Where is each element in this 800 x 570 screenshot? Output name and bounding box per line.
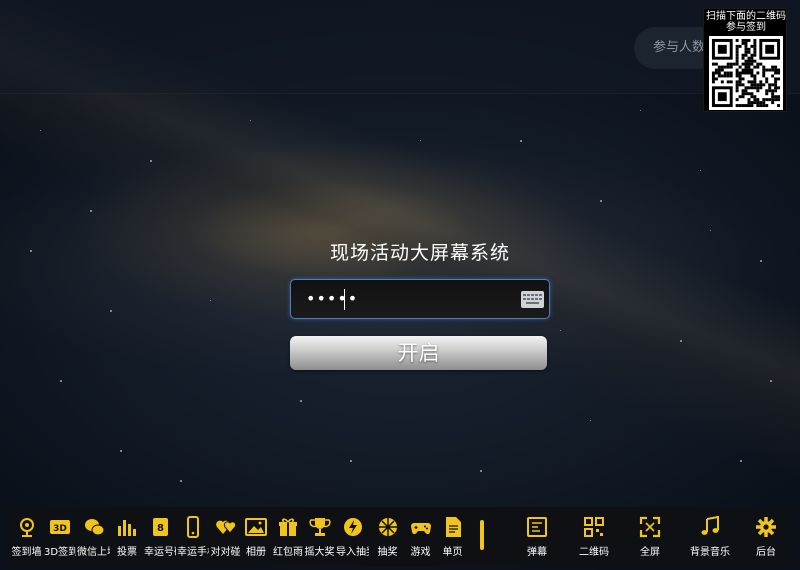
gamepad-icon [410, 523, 431, 535]
toolbar-item-6[interactable]: 对对碰 [210, 507, 241, 567]
password-value: ••••• [306, 289, 359, 308]
text-caret [344, 289, 345, 310]
star [770, 380, 772, 382]
star [740, 460, 742, 462]
svg-text:3D: 3D [53, 524, 67, 534]
map-pin-icon [19, 518, 34, 537]
3d-icon: 3D [50, 520, 70, 534]
star [120, 450, 122, 452]
toolbar-item-10[interactable]: 导入抽奖 [336, 507, 369, 567]
import-icon [343, 518, 362, 536]
toolbar-item-label: 单页 [442, 547, 463, 558]
star [590, 420, 591, 421]
music-icon [701, 516, 719, 535]
toolbar-item-label: 对对碰 [210, 547, 241, 558]
toolbar-item-9[interactable]: 摇大奖 [304, 507, 335, 567]
star [40, 130, 41, 131]
toolbar-item-15[interactable]: 二维码 [569, 507, 619, 567]
star [180, 480, 182, 482]
star [150, 160, 152, 162]
star [300, 400, 302, 402]
trophy-icon [308, 518, 331, 536]
toolbar-item-3[interactable]: 投票 [111, 507, 143, 567]
star [600, 200, 602, 202]
toolbar-item-7[interactable]: 相册 [241, 507, 271, 567]
danmaku-icon [527, 517, 547, 537]
toolbar-item-label: 幸运手机 [177, 547, 209, 558]
star [700, 170, 701, 171]
toolbar-item-17[interactable]: 背景音乐 [681, 507, 739, 567]
toolbar-item-label: 二维码 [579, 547, 609, 558]
gear-icon [756, 517, 776, 537]
toolbar-item-5[interactable]: 幸运手机 [177, 507, 209, 567]
photo-icon [245, 518, 267, 536]
toolbar-item-11[interactable]: 抽奖 [371, 507, 404, 567]
svg-text:8: 8 [157, 523, 164, 534]
qrcode-icon [584, 517, 604, 537]
toolbar-item-0[interactable]: 签到墙 [10, 507, 43, 567]
toolbar-item-1[interactable]: 3D 3D签到 [44, 507, 76, 567]
bar-chart-icon [118, 520, 136, 536]
toolbar-item-label: 幸运号码 [144, 547, 176, 558]
wechat-icon [84, 519, 104, 536]
star [60, 380, 62, 382]
toolbar-item-14[interactable]: 弹幕 [512, 507, 562, 567]
toolbar-item-label: 摇大奖 [304, 547, 335, 558]
toolbar-item-label: 投票 [117, 547, 137, 558]
toolbar-item-12[interactable]: 游戏 [405, 507, 436, 567]
toolbar-item-16[interactable]: 全屏 [625, 507, 675, 567]
star [520, 140, 522, 142]
star [30, 250, 32, 252]
star [250, 120, 251, 121]
toolbar-item-label: 全屏 [640, 547, 660, 558]
toolbar-item-label: 红包雨 [273, 547, 303, 558]
star [480, 470, 482, 472]
toolbar-item-label: 微信上墙 [77, 547, 110, 558]
toolbar-item-2[interactable]: 微信上墙 [77, 507, 110, 567]
keyboard-icon[interactable] [521, 291, 544, 308]
toolbar-item-label: 导入抽奖 [336, 547, 369, 558]
toolbar-item-13[interactable]: 单页 [437, 507, 468, 567]
toolbar-item-label: 背景音乐 [690, 547, 730, 558]
toolbar-item-label: 抽奖 [377, 547, 398, 558]
star [710, 230, 711, 231]
star [420, 140, 421, 141]
star [560, 330, 561, 331]
page-icon [445, 517, 461, 537]
star [350, 460, 352, 462]
toolbar-item-label: 游戏 [410, 547, 431, 558]
phone-icon [187, 516, 199, 538]
signin-qr-panel: 扫描下面的二维码参与签到 [703, 8, 787, 112]
hearts-icon [215, 520, 236, 534]
password-field[interactable]: ••••• [290, 279, 550, 319]
star [760, 260, 762, 262]
lucky-number-icon: 8 [153, 518, 168, 536]
star [680, 340, 682, 342]
toolbar-item-18[interactable]: 后台 [745, 507, 787, 567]
bottom-toolbar: 签到墙 3D 3D签到微信上墙投票 8 幸运号码幸运手机对对碰相册红包雨摇大奖导入抽奖抽… [6, 507, 798, 567]
qr-caption: 扫描下面的二维码参与签到 [706, 11, 786, 33]
toolbar-item-label: 弹幕 [527, 547, 547, 558]
toolbar-separator [480, 520, 484, 550]
toolbar-item-label: 后台 [756, 547, 776, 558]
toolbar-item-label: 相册 [246, 547, 266, 558]
wheel-icon [378, 518, 397, 536]
fullscreen-icon [639, 516, 661, 538]
star [640, 110, 641, 111]
star [210, 300, 211, 301]
toolbar-item-8[interactable]: 红包雨 [272, 507, 304, 567]
toolbar-item-4[interactable]: 8 幸运号码 [144, 507, 176, 567]
signin-qrcode [709, 36, 783, 110]
gift-icon [279, 518, 297, 536]
toolbar-item-label: 3D签到 [44, 547, 76, 558]
toolbar-item-label: 签到墙 [11, 547, 42, 558]
star [90, 210, 92, 212]
star [110, 310, 112, 312]
top-bar: 参与人数 [0, 0, 800, 94]
page-title: 现场活动大屏幕系统 [329, 242, 510, 264]
start-button[interactable]: 开启 [290, 336, 547, 370]
